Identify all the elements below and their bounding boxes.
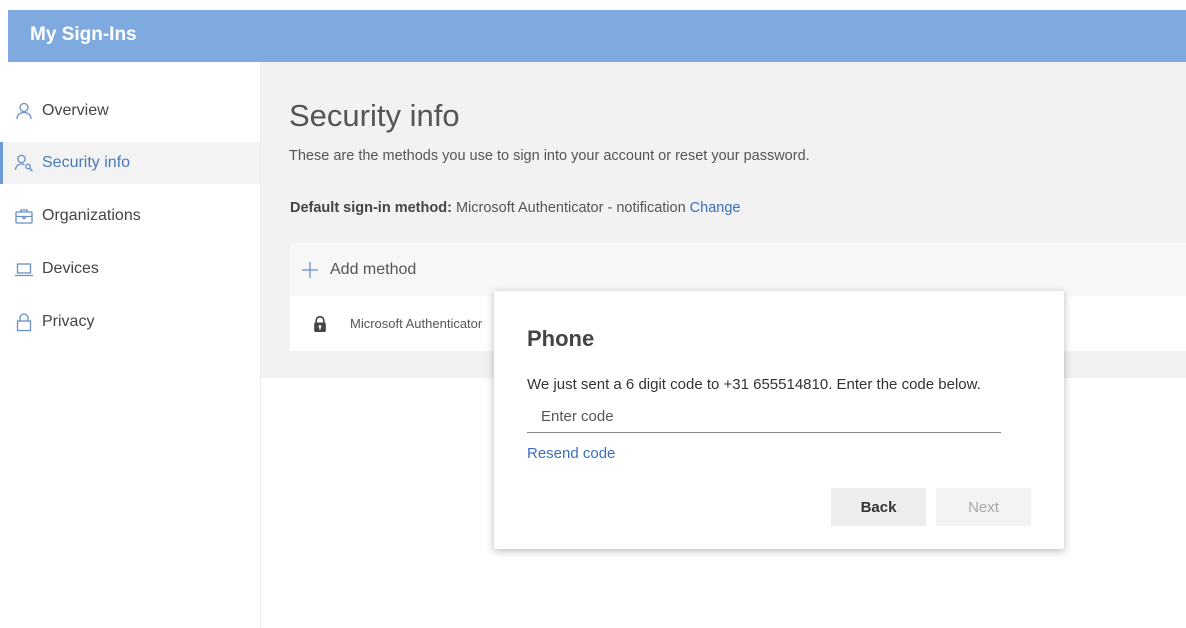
- default-method-line: Default sign-in method: Microsoft Authen…: [290, 200, 740, 216]
- phone-verification-dialog: Phone We just sent a 6 digit code to +31…: [494, 291, 1064, 549]
- change-default-link[interactable]: Change: [690, 200, 741, 216]
- default-method-label: Default sign-in method:: [290, 200, 452, 216]
- code-input[interactable]: [527, 401, 1001, 433]
- sidebar-item-label: Security info: [42, 154, 131, 171]
- sidebar-item-privacy[interactable]: Privacy: [0, 301, 260, 343]
- plus-icon: [302, 261, 318, 278]
- top-bar: My Sign-Ins: [8, 10, 1186, 62]
- sidebar-item-security-info[interactable]: Security info: [0, 142, 260, 184]
- next-button[interactable]: Next: [936, 488, 1031, 526]
- back-button[interactable]: Back: [831, 488, 926, 526]
- sidebar-item-label: Devices: [42, 260, 99, 277]
- authenticator-lock-icon: [314, 315, 326, 332]
- sidebar: Overview Security info Organizations Dev…: [0, 62, 261, 628]
- page-description: These are the methods you use to sign in…: [289, 148, 810, 164]
- lock-icon: [14, 312, 34, 332]
- sidebar-item-label: Organizations: [42, 207, 141, 224]
- laptop-icon: [14, 259, 34, 279]
- dialog-message: We just sent a 6 digit code to +31 65551…: [527, 376, 981, 393]
- app-title[interactable]: My Sign-Ins: [30, 24, 137, 46]
- dialog-title: Phone: [527, 326, 595, 351]
- method-name: Microsoft Authenticator: [350, 316, 483, 331]
- sidebar-item-label: Overview: [42, 102, 109, 119]
- sidebar-item-label: Privacy: [42, 313, 95, 330]
- briefcase-icon: [14, 206, 34, 226]
- resend-code-link[interactable]: Resend code: [527, 445, 615, 462]
- add-method-button[interactable]: Add method: [290, 243, 1186, 296]
- sidebar-item-devices[interactable]: Devices: [0, 248, 260, 290]
- person-icon: [14, 101, 34, 121]
- person-key-icon: [14, 153, 34, 173]
- add-method-label: Add method: [330, 260, 417, 278]
- sidebar-item-overview[interactable]: Overview: [0, 90, 260, 132]
- sidebar-item-organizations[interactable]: Organizations: [0, 195, 260, 237]
- default-method-value: Microsoft Authenticator - notification: [451, 200, 690, 216]
- page-title: Security info: [289, 98, 460, 133]
